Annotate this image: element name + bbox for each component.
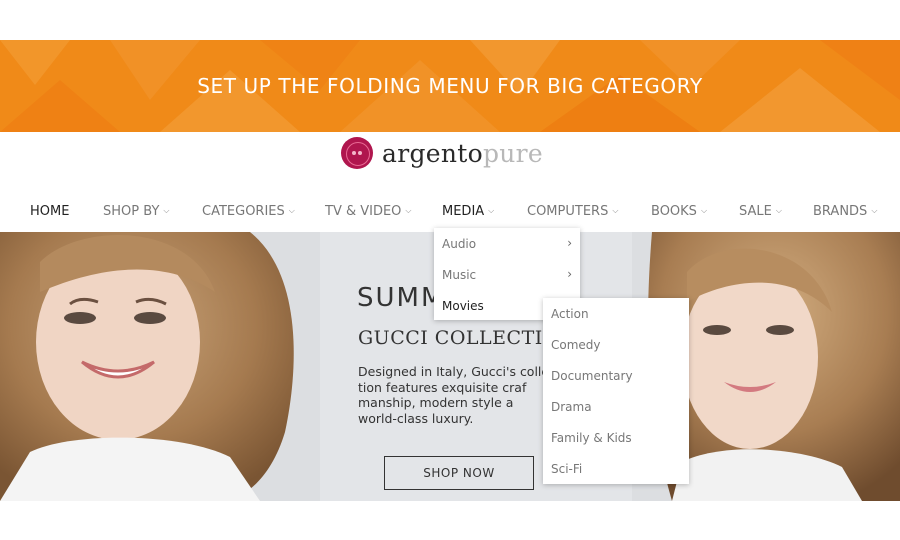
- banner-title: SET UP THE FOLDING MENU FOR BIG CATEGORY: [197, 74, 703, 98]
- nav-item-tv-video[interactable]: TV & VIDEO ⌵: [325, 196, 412, 226]
- chevron-down-icon: ⌵: [288, 206, 295, 215]
- menu-item-label: Movies: [442, 298, 484, 313]
- button-logo-icon: [341, 137, 373, 169]
- model-photo-left: [0, 232, 320, 501]
- nav-item-label: COMPUTERS: [527, 203, 609, 219]
- nav-item-label: BOOKS: [651, 203, 697, 219]
- hero-subtitle: GUCCI COLLECTIO: [358, 327, 559, 349]
- nav-item-label: TV & VIDEO: [325, 203, 402, 219]
- menu-item-label: Audio: [442, 236, 477, 251]
- chevron-down-icon: ⌵: [871, 206, 878, 215]
- nav-item-label: SALE: [739, 203, 772, 219]
- nav-item-sale[interactable]: SALE ⌵: [739, 196, 782, 226]
- logo-text-primary: argento: [382, 138, 483, 168]
- nav-item-label: CATEGORIES: [202, 203, 285, 219]
- site-logo[interactable]: argento pure: [341, 135, 543, 171]
- chevron-right-icon: ›: [567, 267, 572, 281]
- nav-item-books[interactable]: BOOKS ⌵: [651, 196, 707, 226]
- chevron-right-icon: ›: [567, 236, 572, 250]
- nav-item-shop-by[interactable]: SHOP BY ⌵: [103, 196, 169, 226]
- submenu-item-documentary[interactable]: Documentary: [543, 360, 689, 391]
- menu-item-audio[interactable]: Audio ›: [434, 228, 580, 259]
- nav-item-media[interactable]: MEDIA ⌵: [442, 196, 494, 226]
- nav-item-label: BRANDS: [813, 203, 868, 219]
- menu-item-label: Music: [442, 267, 477, 282]
- chevron-down-icon: ⌵: [700, 206, 708, 215]
- main-navigation: HOME SHOP BY ⌵ CATEGORIES ⌵ TV & VIDEO ⌵ ME…: [0, 196, 900, 226]
- chevron-down-icon: ⌵: [163, 206, 170, 215]
- chevron-down-icon: ⌵: [405, 206, 412, 215]
- nav-item-home[interactable]: HOME: [30, 196, 69, 226]
- movies-submenu: Action Comedy Documentary Drama Family &…: [543, 298, 689, 484]
- logo-text-secondary: pure: [482, 138, 544, 168]
- nav-item-categories[interactable]: CATEGORIES ⌵: [202, 196, 295, 226]
- shop-now-button[interactable]: SHOP NOW: [384, 456, 534, 490]
- promo-banner: SET UP THE FOLDING MENU FOR BIG CATEGORY: [0, 40, 900, 132]
- nav-item-label: SHOP BY: [103, 203, 160, 219]
- submenu-item-sci-fi[interactable]: Sci-Fi: [543, 453, 689, 484]
- chevron-down-icon: ⌵: [488, 206, 495, 215]
- hero-title: SUMM: [357, 283, 446, 313]
- menu-item-music[interactable]: Music ›: [434, 259, 580, 290]
- chevron-down-icon: ⌵: [775, 206, 782, 215]
- submenu-item-family-kids[interactable]: Family & Kids: [543, 422, 689, 453]
- submenu-item-comedy[interactable]: Comedy: [543, 329, 689, 360]
- submenu-item-action[interactable]: Action: [543, 298, 689, 329]
- chevron-down-icon: ⌵: [612, 206, 619, 215]
- nav-item-label: MEDIA: [442, 203, 485, 219]
- nav-item-label: HOME: [30, 203, 70, 219]
- nav-item-computers[interactable]: COMPUTERS ⌵: [527, 196, 618, 226]
- submenu-item-drama[interactable]: Drama: [543, 391, 689, 422]
- nav-item-brands[interactable]: BRANDS ⌵: [813, 196, 877, 226]
